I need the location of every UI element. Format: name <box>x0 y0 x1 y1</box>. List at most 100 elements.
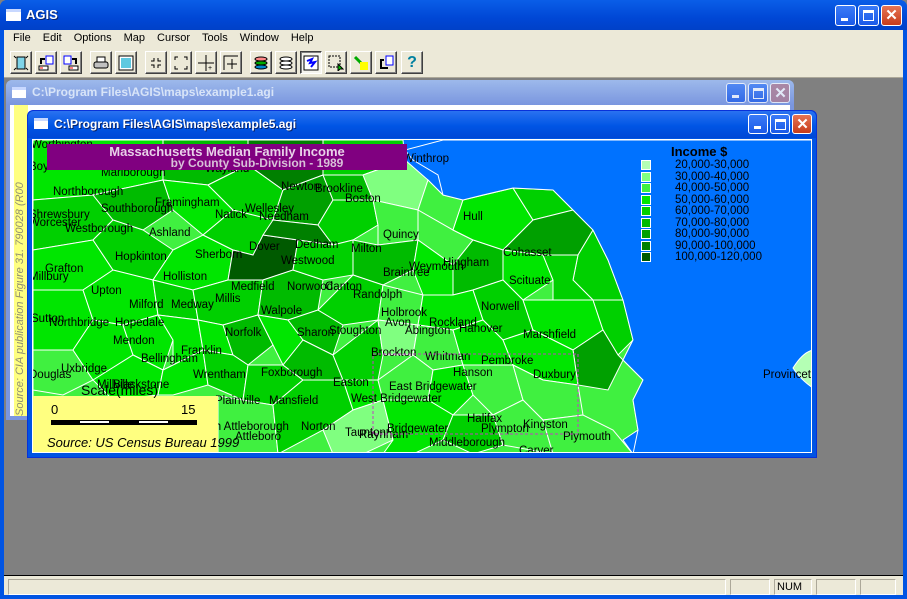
town-label: Upton <box>91 285 122 297</box>
close-button[interactable]: ✕ <box>881 5 902 26</box>
example1-maximize-button[interactable] <box>748 83 768 103</box>
town-label: Dover <box>249 241 280 253</box>
choropleth-map[interactable]: WorthingtonBoylstonMarlboroughWaylandNew… <box>32 139 812 453</box>
open-map-button[interactable] <box>35 51 57 74</box>
example1-titlebar[interactable]: C:\Program Files\AGIS\maps\example1.agi … <box>6 80 794 105</box>
menu-options[interactable]: Options <box>68 30 118 48</box>
town-label: Norton <box>301 421 336 433</box>
town-label: Scituate <box>509 275 551 287</box>
legend-item: 100,000-120,000 <box>639 251 799 263</box>
menu-window[interactable]: Window <box>234 30 285 48</box>
town-label: Douglas <box>33 369 71 381</box>
page-layout-button[interactable] <box>115 51 137 74</box>
legend-title: Income $ <box>671 144 728 159</box>
example5-close-button[interactable]: ✕ <box>792 114 812 134</box>
legend-label: 100,000-120,000 <box>675 251 762 263</box>
layers-outline-button[interactable] <box>275 51 297 74</box>
close-icon: ✕ <box>885 7 898 24</box>
town-label: West Bridgewater <box>351 393 442 405</box>
menu-bar: File Edit Options Map Cursor Tools Windo… <box>4 30 903 48</box>
ruler-icon <box>223 55 238 70</box>
town-label: Wrentham <box>193 369 246 381</box>
legend-swatch <box>641 183 651 193</box>
town-label: Needham <box>259 211 309 223</box>
menu-tools[interactable]: Tools <box>196 30 234 48</box>
measure-button[interactable] <box>220 51 242 74</box>
town-label: Hanson <box>453 367 493 379</box>
town-label: Hingham <box>443 257 489 269</box>
legend-label: 30,000-40,000 <box>675 170 750 183</box>
menu-cursor[interactable]: Cursor <box>151 30 196 48</box>
toolbar: + ? <box>4 48 903 78</box>
menu-edit[interactable]: Edit <box>37 30 68 48</box>
example1-minimize-button[interactable] <box>726 83 746 103</box>
map-view-icon <box>303 55 319 70</box>
town-label: Norfolk <box>225 327 262 339</box>
legend-swatch <box>641 194 651 205</box>
example1-source-strip: Source: CIA publication Figure 31. 79002… <box>14 105 28 416</box>
town-label: Medfield <box>231 281 274 293</box>
menu-map[interactable]: Map <box>118 30 151 48</box>
legend-item: 80,000-90,000 <box>639 228 799 240</box>
status-pane-extra <box>860 579 896 595</box>
town-label: Hanover <box>459 323 503 335</box>
map-view-button[interactable] <box>300 51 322 74</box>
new-map-button[interactable] <box>10 51 32 74</box>
example1-close-button[interactable]: ✕ <box>770 83 790 103</box>
print-button[interactable] <box>90 51 112 74</box>
town-label: Bellingham <box>141 353 198 365</box>
town-label: Hopkinton <box>115 251 167 263</box>
example5-maximize-button[interactable] <box>770 114 790 134</box>
zoom-out-button[interactable] <box>170 51 192 74</box>
town-label: Plympton <box>481 423 529 435</box>
legend-label: 60,000-70,000 <box>675 205 750 217</box>
town-label: Provincetown <box>763 369 812 381</box>
zoom-in-corners-icon <box>151 57 161 68</box>
town-label: Bridgewater <box>387 423 449 435</box>
app-titlebar[interactable]: AGIS ✕ <box>0 0 907 30</box>
agis-app-window: AGIS ✕ File Edit Options Map Cursor Tool… <box>0 0 907 599</box>
town-label: Boston <box>345 193 381 205</box>
example5-titlebar[interactable]: C:\Program Files\AGIS\maps\example5.agi … <box>28 111 816 138</box>
minimize-icon <box>754 126 761 129</box>
maximize-button[interactable] <box>858 5 879 26</box>
pan-button[interactable]: + <box>195 51 217 74</box>
highlight-button[interactable] <box>350 51 372 74</box>
town-label: Attleboro <box>235 431 281 443</box>
minimize-button[interactable] <box>835 5 856 26</box>
town-label: Norwell <box>481 301 519 313</box>
town-label: Hopedale <box>115 317 164 329</box>
legend-item: 20,000-30,000 <box>639 159 799 171</box>
town-label: Mansfield <box>269 395 318 407</box>
select-region-icon <box>328 55 344 71</box>
menu-file[interactable]: File <box>7 30 37 48</box>
page-icon <box>118 55 134 70</box>
legend-swatch <box>641 240 651 251</box>
legend-label: 40,000-50,000 <box>675 182 750 194</box>
layers-button[interactable] <box>250 51 272 74</box>
help-button[interactable]: ? <box>401 51 423 74</box>
scale-bar-segment <box>80 421 109 423</box>
legend-swatch <box>641 252 651 262</box>
town-label: Westborough <box>65 223 133 235</box>
town-label: East Bridgewater <box>389 381 477 393</box>
redraw-button[interactable] <box>375 51 397 74</box>
legend-item: 40,000-50,000 <box>639 182 799 194</box>
town-label: Randolph <box>353 289 402 301</box>
example5-minimize-button[interactable] <box>748 114 768 134</box>
town-label: Stoughton <box>329 325 381 337</box>
select-region-button[interactable] <box>325 51 347 74</box>
minimize-icon <box>841 18 848 21</box>
save-map-button[interactable] <box>60 51 82 74</box>
map-title-box: Massachusetts Median Family Income by Co… <box>47 144 407 170</box>
maximize-icon <box>753 88 764 99</box>
zoom-in-button[interactable] <box>145 51 167 74</box>
legend-label: 80,000-90,000 <box>675 228 750 240</box>
legend-swatch <box>641 217 651 228</box>
town-label: Pembroke <box>481 355 533 367</box>
town-label: Southborough <box>101 203 173 215</box>
legend-swatch <box>641 206 651 216</box>
scale-title: Scale(miles) <box>81 382 159 398</box>
menu-help[interactable]: Help <box>285 30 320 48</box>
legend-item: 30,000-40,000 <box>639 170 799 183</box>
